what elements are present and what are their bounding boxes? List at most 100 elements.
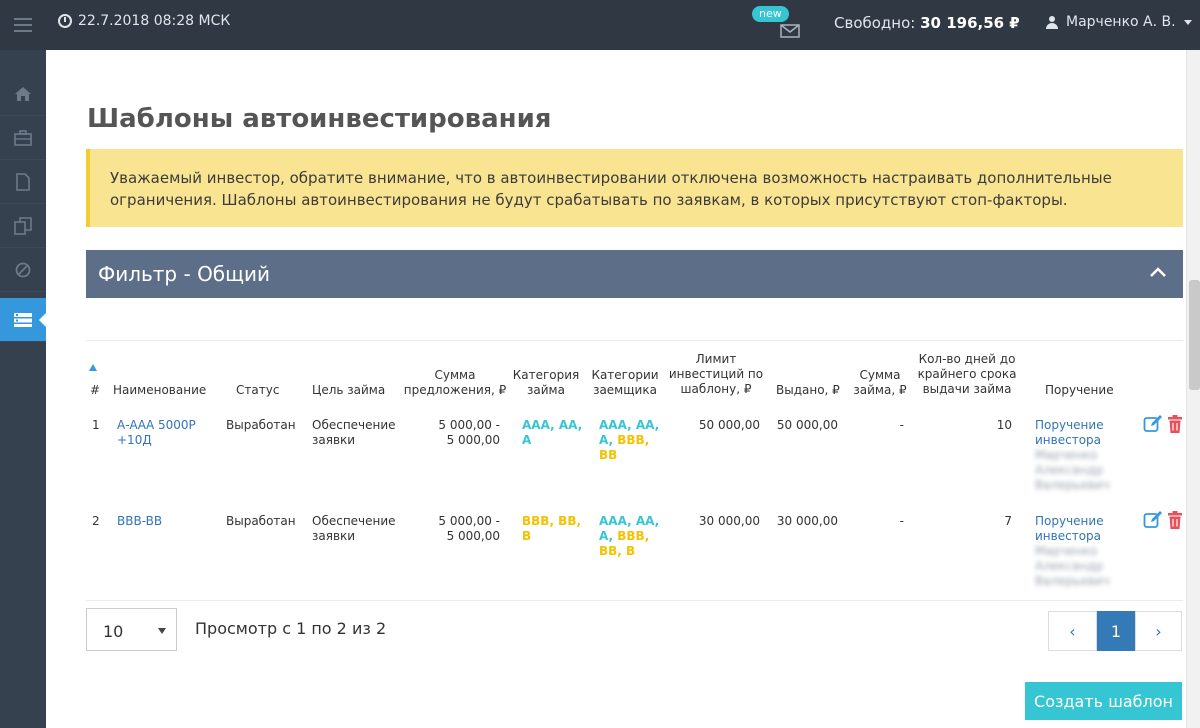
- order-cell: Поручение инвестора Марченко Александр В…: [1035, 514, 1110, 589]
- trash-icon[interactable]: [1165, 414, 1185, 434]
- goal-cell: Обеспечение заявки: [312, 418, 396, 448]
- investor-order-link[interactable]: Поручение инвестора: [1035, 418, 1110, 448]
- cell-text: 5 000,00: [446, 529, 500, 543]
- cell-text: BBB, BB,: [522, 514, 582, 528]
- header-text: шаблону, ₽: [680, 382, 752, 396]
- column-header-goal[interactable]: Цель займа: [312, 383, 385, 398]
- cell-text: Александр: [1035, 463, 1104, 477]
- server-datetime: 22.7.2018 08:28 МСК: [58, 13, 230, 29]
- chevron-down-icon: [158, 628, 166, 634]
- cell-text: инвестора: [1035, 529, 1101, 543]
- user-menu[interactable]: Марченко А. В.: [1046, 14, 1192, 30]
- envelope-icon: [780, 24, 800, 38]
- column-header-days[interactable]: Кол-во дней до крайнего срока выдачи зай…: [916, 352, 1018, 397]
- cell-text: BBB-BB: [117, 514, 163, 528]
- sort-ascending-icon[interactable]: [89, 364, 97, 371]
- column-header-loan-category[interactable]: Категория займа: [510, 368, 582, 398]
- investor-order-link[interactable]: Поручение инвестора: [1035, 514, 1110, 544]
- column-header-loan-sum[interactable]: Сумма займа, ₽: [850, 368, 910, 398]
- copy-icon: [14, 216, 32, 235]
- template-name-link[interactable]: А-ААА 5000Р +10Д: [117, 418, 196, 448]
- free-balance: Свободно: 30 196,56 ₽: [834, 14, 1020, 32]
- table-bottom-divider: [86, 600, 1183, 601]
- cell-text: Поручение: [1035, 514, 1104, 528]
- cell-text: Обеспечение: [312, 514, 396, 528]
- balance-value: 30 196,56 ₽: [920, 14, 1020, 32]
- chevron-down-icon: [1183, 19, 1192, 25]
- pagination-prev-button[interactable]: ‹: [1048, 611, 1097, 651]
- page-size-value: 10: [103, 622, 124, 641]
- column-header-order[interactable]: Поручение: [1045, 383, 1114, 398]
- ban-icon: [15, 262, 31, 277]
- filter-panel-header[interactable]: Фильтр - Общий: [86, 250, 1183, 298]
- briefcase-icon: [14, 129, 32, 146]
- cell-text: BBB,: [617, 529, 650, 543]
- top-bar: 22.7.2018 08:28 МСК new Свободно: 30 196…: [0, 0, 1200, 50]
- column-header-number[interactable]: #: [90, 383, 100, 398]
- cell-text: заявки: [312, 433, 356, 447]
- column-header-limit[interactable]: Лимит инвестиций по шаблону, ₽: [664, 352, 768, 397]
- column-header-offer-sum[interactable]: Сумма предложения, ₽: [400, 368, 510, 398]
- sidebar-item-blocked[interactable]: [0, 248, 46, 292]
- alert-text-line-2: ограничения. Шаблоны автоинвестирования …: [110, 191, 1068, 209]
- cell-text: Валерьевич: [1035, 478, 1110, 492]
- edit-icon[interactable]: [1143, 510, 1163, 530]
- cell-text: 5 000,00 -: [438, 418, 500, 432]
- table-top-divider: [86, 340, 1183, 341]
- header-text: Кол-во дней до: [918, 352, 1016, 366]
- header-text: заемщика: [593, 383, 657, 397]
- sidebar: [0, 50, 47, 728]
- sidebar-item-copies[interactable]: [0, 204, 46, 248]
- template-name-link[interactable]: BBB-BB: [117, 514, 162, 529]
- days-cell: 7: [1004, 514, 1012, 528]
- edit-icon[interactable]: [1143, 414, 1163, 434]
- page-size-select[interactable]: 10: [86, 608, 177, 651]
- trash-icon[interactable]: [1165, 510, 1185, 530]
- messages-button[interactable]: new: [752, 6, 802, 40]
- loan-sum-cell: -: [899, 418, 904, 432]
- loan-sum-cell: -: [899, 514, 904, 528]
- create-template-button[interactable]: Создать шаблон: [1025, 682, 1182, 720]
- alert-text-line-1: Уважаемый инвестор, обратите внимание, ч…: [110, 169, 1112, 187]
- cell-text: A,: [599, 529, 618, 543]
- limit-cell: 30 000,00: [698, 514, 760, 528]
- goal-cell: Обеспечение заявки: [312, 514, 396, 544]
- limit-cell: 50 000,00: [698, 418, 760, 432]
- issued-cell: 50 000,00: [776, 418, 838, 432]
- sidebar-item-home[interactable]: [0, 72, 46, 116]
- pagination-next-button[interactable]: ›: [1135, 611, 1182, 651]
- pagination-page-1[interactable]: 1: [1097, 611, 1135, 651]
- cell-text: BB: [599, 448, 618, 462]
- header-text: Сумма: [859, 368, 901, 382]
- header-text: Лимит: [695, 352, 737, 366]
- cell-text: AAA, AA,: [599, 418, 660, 432]
- offer-sum-cell: 5 000,00 - 5 000,00: [420, 514, 500, 544]
- column-header-issued[interactable]: Выдано, ₽: [776, 383, 840, 398]
- user-name: Марченко А. В.: [1066, 14, 1176, 30]
- cell-text: A,: [599, 433, 618, 447]
- sidebar-item-portfolio[interactable]: [0, 116, 46, 160]
- chevron-up-icon[interactable]: [1149, 266, 1167, 278]
- loan-category-cell: BBB, BB, B: [522, 514, 581, 544]
- cell-text: Марченко: [1035, 544, 1098, 558]
- row-number: 1: [92, 418, 100, 432]
- menu-toggle-icon[interactable]: [0, 0, 46, 50]
- redacted-investor-name: Марченко Александр Валерьевич: [1035, 544, 1110, 589]
- cell-text: Обеспечение: [312, 418, 396, 432]
- cell-text: BBB,: [617, 433, 650, 447]
- redacted-investor-name: Марченко Александр Валерьевич: [1035, 448, 1110, 493]
- sidebar-item-autoinvest[interactable]: [0, 298, 47, 342]
- header-text: крайнего срока: [917, 367, 1017, 381]
- column-header-name[interactable]: Наименование: [113, 383, 206, 398]
- new-messages-badge: new: [752, 6, 789, 22]
- order-cell: Поручение инвестора Марченко Александр В…: [1035, 418, 1110, 493]
- datetime-text: 22.7.2018 08:28 МСК: [78, 13, 231, 29]
- column-header-status[interactable]: Статус: [236, 383, 279, 398]
- scrollbar-thumb[interactable]: [1189, 280, 1200, 390]
- days-cell: 10: [996, 418, 1012, 432]
- cell-text: A: [522, 433, 532, 447]
- cell-text: AAA, AA,: [599, 514, 660, 528]
- column-header-borrower-category[interactable]: Категории заемщика: [588, 368, 662, 398]
- offer-sum-cell: 5 000,00 - 5 000,00: [420, 418, 500, 448]
- sidebar-item-documents[interactable]: [0, 160, 46, 204]
